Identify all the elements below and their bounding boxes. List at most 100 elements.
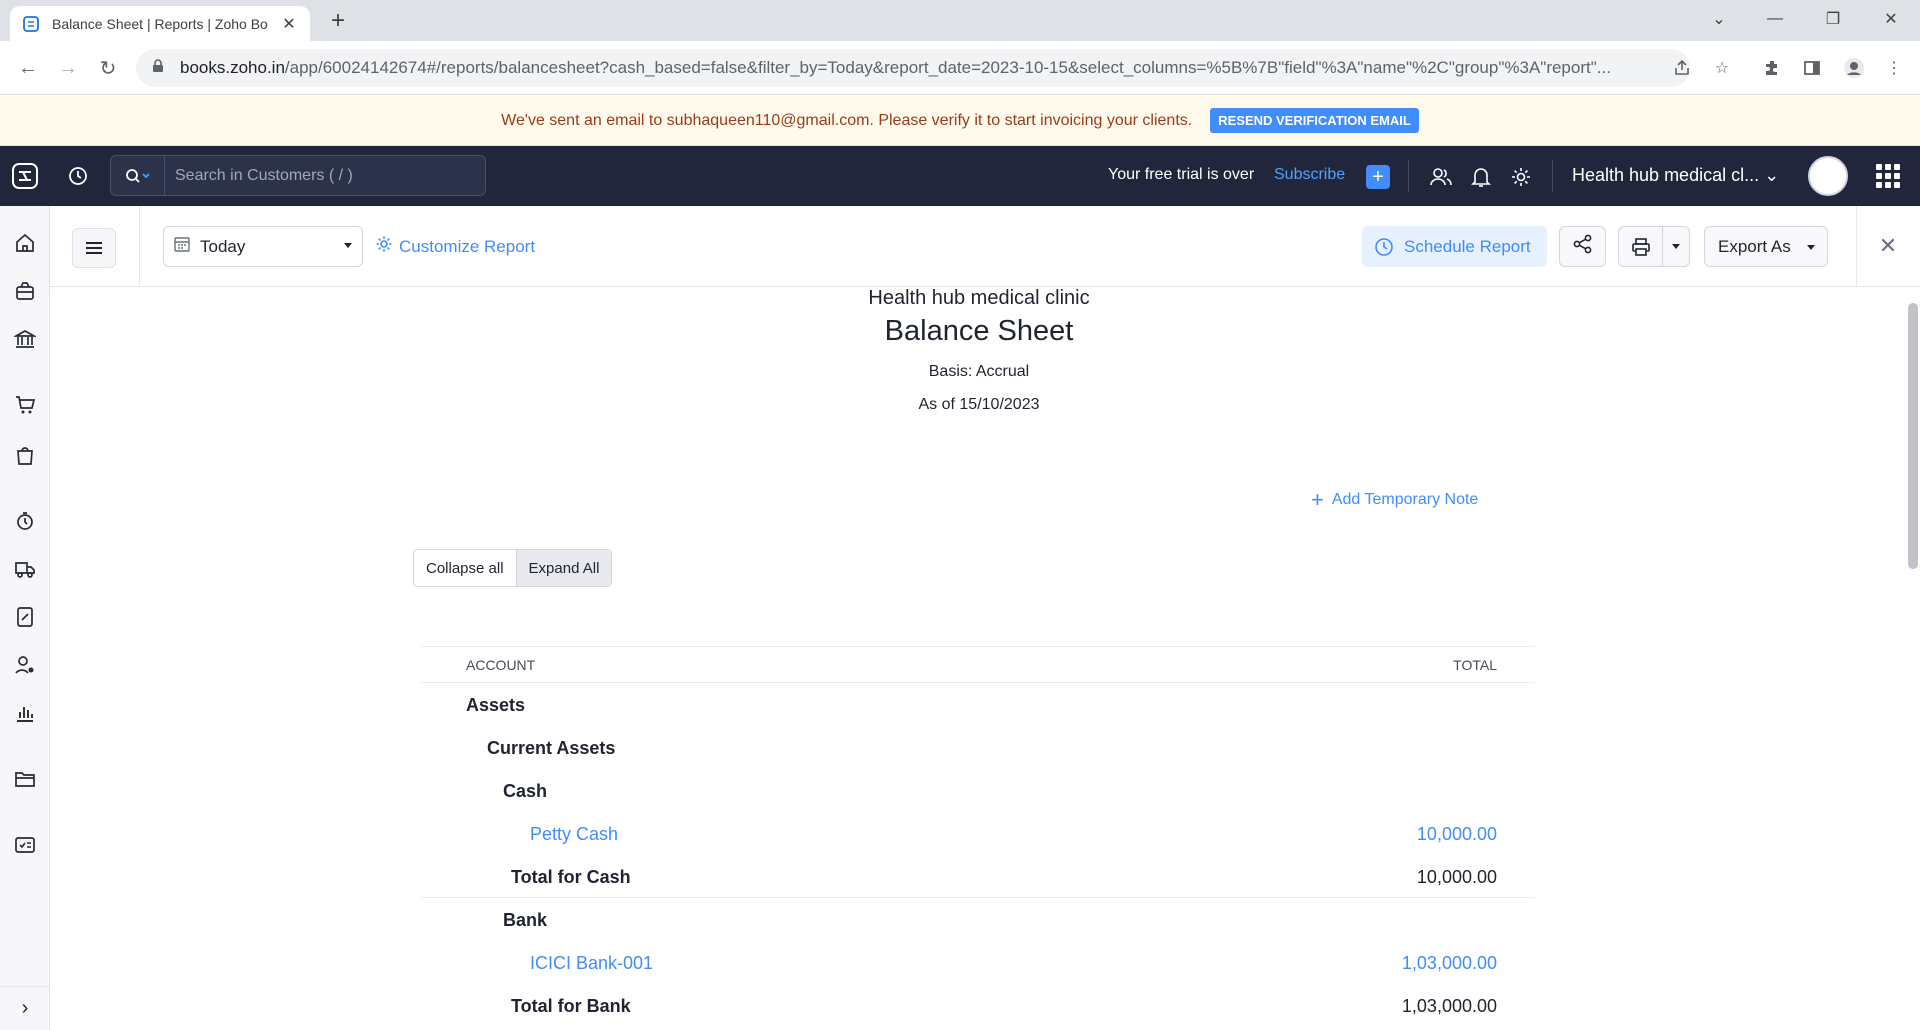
- customize-report-button[interactable]: Customize Report: [375, 235, 535, 258]
- subscribe-link[interactable]: Subscribe: [1274, 166, 1345, 184]
- report-title: Balance Sheet: [884, 315, 1074, 347]
- caret-down-icon: [1807, 245, 1815, 250]
- left-nav: ›: [0, 206, 50, 1030]
- vertical-scrollbar[interactable]: [1906, 287, 1920, 1030]
- row-label-current-assets[interactable]: Current Assets: [487, 738, 615, 759]
- customize-report-label: Customize Report: [399, 236, 536, 256]
- balance-sheet-table: ACCOUNT TOTAL Assets Current Assets Cash…: [421, 646, 1535, 1027]
- home-icon[interactable]: [12, 230, 38, 256]
- table-row: Assets: [421, 683, 1535, 726]
- zoho-books-logo-icon[interactable]: [0, 146, 50, 206]
- organization-name: Health hub medical cl...: [1572, 165, 1760, 185]
- total-label-cash: Total for Cash: [511, 867, 631, 887]
- share-page-icon[interactable]: [1668, 54, 1696, 82]
- schedule-report-button[interactable]: Schedule Report: [1362, 226, 1547, 267]
- users-icon[interactable]: [1428, 164, 1454, 190]
- profile-icon[interactable]: [1840, 54, 1868, 82]
- report-toolbar: Today Customize Report Schedule Report E…: [50, 206, 1920, 287]
- time-tracking-icon[interactable]: [12, 508, 38, 534]
- search-input[interactable]: [165, 166, 465, 185]
- notifications-bell-icon[interactable]: [1468, 164, 1494, 190]
- add-temporary-note-label: Add Temporary Note: [1331, 491, 1479, 508]
- table-row: Petty Cash 10,000.00: [421, 812, 1535, 855]
- tab-title: Balance Sheet | Reports | Zoho Bo: [52, 15, 268, 32]
- share-icon: [1572, 233, 1594, 260]
- window-close-icon[interactable]: ✕: [1868, 0, 1914, 38]
- column-header-account: ACCOUNT: [466, 657, 536, 673]
- browser-tab[interactable]: Balance Sheet | Reports | Zoho Bo ✕: [10, 6, 310, 41]
- back-icon[interactable]: ←: [14, 54, 42, 82]
- export-as-button[interactable]: Export As: [1704, 226, 1828, 267]
- accountant-icon[interactable]: [12, 652, 38, 678]
- recent-activity-icon[interactable]: [64, 162, 92, 190]
- documents-folder-icon[interactable]: [12, 766, 38, 792]
- tab-close-icon[interactable]: ✕: [280, 14, 298, 34]
- account-link-petty-cash[interactable]: Petty Cash: [530, 824, 618, 845]
- collapse-all-button[interactable]: Collapse all: [414, 550, 516, 586]
- report-date: As of 15/10/2023: [918, 396, 1040, 413]
- table-row: Bank: [421, 898, 1535, 941]
- e-way-bills-truck-icon[interactable]: [12, 556, 38, 582]
- row-label-assets[interactable]: Assets: [466, 695, 525, 716]
- table-row: Total for Bank 1,03,000.00: [421, 984, 1535, 1027]
- gear-icon: [375, 235, 393, 258]
- tab-search-icon[interactable]: ⌄: [1696, 0, 1742, 38]
- print-button[interactable]: [1618, 226, 1690, 267]
- reports-chart-icon[interactable]: [12, 700, 38, 726]
- column-header-total: TOTAL: [1453, 657, 1497, 673]
- caret-down-icon[interactable]: [1663, 244, 1689, 249]
- reload-icon[interactable]: ↻: [94, 54, 122, 82]
- close-report-icon[interactable]: ✕: [1874, 232, 1902, 260]
- restore-icon[interactable]: ❐: [1810, 0, 1856, 38]
- toolbar-divider: [139, 206, 140, 287]
- calendar-icon: [174, 236, 192, 257]
- organization-switcher[interactable]: Health hub medical cl... ⌄: [1572, 165, 1779, 186]
- resend-verification-button[interactable]: RESEND VERIFICATION EMAIL: [1210, 108, 1419, 133]
- settings-gear-icon[interactable]: [1508, 164, 1534, 190]
- extensions-icon[interactable]: [1758, 54, 1786, 82]
- date-range-value: Today: [200, 236, 246, 256]
- url-bar[interactable]: books.zoho.in/app/60024142674#/reports/b…: [136, 49, 1690, 87]
- export-as-label: Export As: [1718, 236, 1791, 256]
- app-launcher-icon[interactable]: [1876, 164, 1900, 188]
- header-divider: [1552, 160, 1553, 192]
- minimize-icon[interactable]: —: [1752, 0, 1798, 38]
- account-link-icici-bank[interactable]: ICICI Bank-001: [530, 953, 653, 974]
- items-icon[interactable]: [12, 278, 38, 304]
- lock-icon: [152, 58, 166, 78]
- table-header: ACCOUNT TOTAL: [421, 646, 1535, 683]
- forward-icon[interactable]: →: [54, 54, 82, 82]
- row-label-bank[interactable]: Bank: [503, 910, 547, 931]
- banking-icon[interactable]: [12, 326, 38, 352]
- search-icon[interactable]: [111, 156, 165, 195]
- plus-icon: +: [1311, 487, 1324, 512]
- expand-all-button[interactable]: Expand All: [515, 550, 612, 586]
- config-checklist-icon[interactable]: [12, 832, 38, 858]
- avatar[interactable]: [1808, 156, 1848, 196]
- new-tab-icon[interactable]: +: [324, 8, 352, 36]
- expand-nav-icon[interactable]: ›: [0, 986, 50, 1030]
- amount-link-petty-cash[interactable]: 10,000.00: [1417, 824, 1497, 845]
- gst-filing-icon[interactable]: [12, 604, 38, 630]
- scrollbar-thumb[interactable]: [1908, 303, 1918, 569]
- purchases-bag-icon[interactable]: [12, 442, 38, 468]
- bookmark-star-icon[interactable]: ☆: [1708, 54, 1736, 82]
- row-label-cash[interactable]: Cash: [503, 781, 547, 802]
- banner-message: We've sent an email to subhaqueen110@gma…: [501, 111, 1193, 129]
- sales-cart-icon[interactable]: [12, 392, 38, 418]
- side-panel-icon[interactable]: [1798, 54, 1826, 82]
- share-report-button[interactable]: [1559, 226, 1606, 267]
- chevron-down-icon: ⌄: [1764, 165, 1780, 185]
- report-organization: Health hub medical clinic: [868, 287, 1090, 309]
- date-range-select[interactable]: Today: [163, 226, 363, 267]
- verification-banner: We've sent an email to subhaqueen110@gma…: [0, 96, 1920, 146]
- browser-menu-icon[interactable]: ⋮: [1880, 54, 1908, 82]
- report-menu-icon[interactable]: [72, 228, 116, 268]
- total-value-bank: 1,03,000.00: [1401, 996, 1497, 1016]
- quick-create-button[interactable]: +: [1366, 165, 1390, 189]
- amount-link-icici-bank[interactable]: 1,03,000.00: [1402, 953, 1497, 974]
- total-label-bank: Total for Bank: [511, 996, 631, 1016]
- add-temporary-note-button[interactable]: + Add Temporary Note: [1311, 487, 1479, 512]
- clock-icon: [1374, 237, 1394, 257]
- global-search[interactable]: [110, 155, 486, 196]
